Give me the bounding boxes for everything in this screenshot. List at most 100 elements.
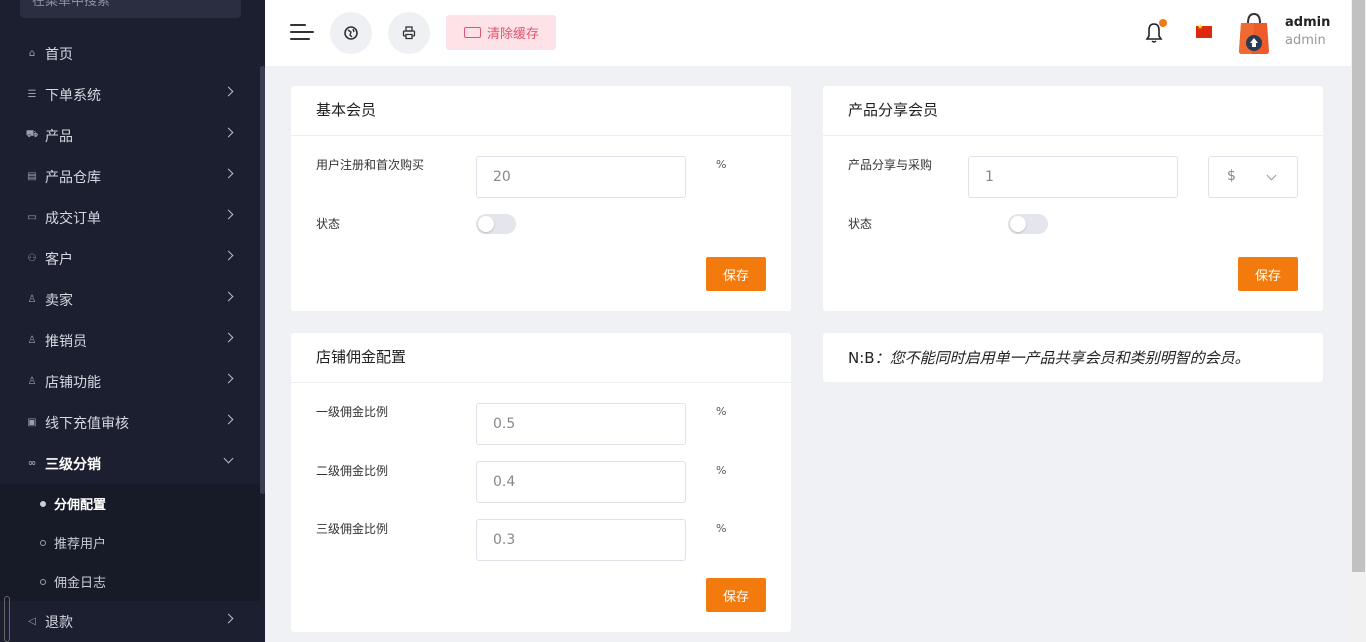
card-title: 店铺佣金配置 <box>291 333 791 383</box>
menu-toggle-icon[interactable] <box>290 22 314 42</box>
user-icon: ♙ <box>27 376 37 387</box>
sidebar-item-label: 下单系统 <box>45 87 101 104</box>
cart-icon: ⛟ <box>25 129 39 140</box>
sidebar-item-label: 成交订单 <box>45 210 101 227</box>
sidebar-item-label: 推销员 <box>45 333 87 350</box>
chevron-right-icon <box>223 414 234 425</box>
home-icon: ⌂ <box>28 48 36 59</box>
save-button[interactable]: 保存 <box>706 578 766 612</box>
status-label: 状态 <box>848 217 873 231</box>
sidebar-item-distribution[interactable]: ∞ 三级分销 <box>0 443 260 484</box>
level1-label: 一级佣金比例 <box>316 405 389 419</box>
page-scrollbar-thumb[interactable] <box>1352 0 1365 572</box>
sidebar-item-offline-recharge[interactable]: ▣ 线下充值审核 <box>0 402 260 443</box>
user-icon: ♙ <box>27 294 37 305</box>
sidebar-subitem-label: 推荐用户 <box>54 537 107 552</box>
printer-icon <box>402 26 416 40</box>
note-card: N:B：您不能同时启用单一产品共享会员和类别明智的会员。 <box>823 333 1323 382</box>
chevron-down-icon <box>1266 170 1277 181</box>
level3-commission-input[interactable]: 0.3 <box>476 519 686 561</box>
avatar[interactable] <box>1238 11 1270 55</box>
clear-cache-button[interactable]: 清除缓存 <box>446 15 556 50</box>
warehouse-icon: ▤ <box>27 171 37 182</box>
sidebar-item-salesman[interactable]: ♙ 推销员 <box>0 320 260 361</box>
sidebar-item-refund[interactable]: ◁ 退款 <box>0 601 260 642</box>
sidebar-item-label: 店铺功能 <box>45 374 101 391</box>
chevron-down-icon <box>223 453 234 464</box>
card-title: 产品分享会员 <box>823 86 1323 136</box>
list-icon: ☰ <box>27 89 37 100</box>
sidebar-item-store-functions[interactable]: ♙ 店铺功能 <box>0 361 260 402</box>
chevron-right-icon <box>223 613 234 624</box>
link-icon: ∞ <box>27 458 37 469</box>
sidebar-item-products[interactable]: ⛟ 产品 <box>0 115 260 156</box>
bullet-icon <box>40 539 46 546</box>
user-icon: ♙ <box>27 335 37 346</box>
sidebar-item-home[interactable]: ⌂ 首页 <box>0 33 260 74</box>
sidebar-item-label: 客户 <box>45 251 73 268</box>
users-icon: ⚇ <box>27 253 37 264</box>
status-toggle[interactable] <box>476 214 516 234</box>
level1-commission-input[interactable]: 0.5 <box>476 403 686 445</box>
sidebar-item-customers[interactable]: ⚇ 客户 <box>0 238 260 279</box>
status-label: 状态 <box>316 217 341 231</box>
sidebar-search-input[interactable]: 在菜单中搜索 <box>20 0 241 18</box>
status-toggle[interactable] <box>1008 214 1048 234</box>
sidebar: 在菜单中搜索 ⌂ 首页 ☰ 下单系统 ⛟ 产品 ▤ 产品仓库 ▭ 成交订单 ⚇ … <box>0 0 265 642</box>
sidebar-subitem-referred-users[interactable]: 推荐用户 <box>0 523 260 562</box>
sidebar-subitem-commission-log[interactable]: 佣金日志 <box>0 562 260 601</box>
china-flag-icon[interactable] <box>1196 23 1212 38</box>
product-share-input[interactable]: 1 <box>968 156 1178 198</box>
unit-label: % <box>716 522 727 535</box>
sidebar-item-label: 产品仓库 <box>45 169 101 186</box>
product-share-card: 产品分享会员 产品分享与采购 1 $ 状态 保存 <box>823 86 1323 311</box>
sidebar-scrollbar[interactable] <box>260 66 265 494</box>
distribution-submenu: 分佣配置 推荐用户 佣金日志 <box>0 484 260 601</box>
level2-label: 二级佣金比例 <box>316 464 389 478</box>
note-text: N:B：您不能同时启用单一产品共享会员和类别明智的会员。 <box>823 333 1323 382</box>
level2-commission-input[interactable]: 0.4 <box>476 461 686 503</box>
sidebar-item-label: 线下充值审核 <box>45 415 129 432</box>
chevron-right-icon <box>223 127 234 138</box>
chevron-right-icon <box>223 209 234 220</box>
print-button[interactable] <box>388 12 430 54</box>
sidebar-item-orders[interactable]: ▭ 成交订单 <box>0 197 260 238</box>
registration-purchase-input[interactable]: 20 <box>476 156 686 198</box>
currency-value: $ <box>1227 168 1236 184</box>
sidebar-item-label: 首页 <box>45 46 73 63</box>
sidebar-subitem-label: 分佣配置 <box>54 498 107 513</box>
sidebar-scroll-handle[interactable] <box>4 596 10 642</box>
bullet-icon <box>40 500 46 507</box>
note-prefix: N:B <box>848 349 875 367</box>
globe-button[interactable] <box>330 12 372 54</box>
save-button[interactable]: 保存 <box>706 257 766 291</box>
unit-label: % <box>716 158 727 171</box>
chevron-right-icon <box>223 332 234 343</box>
sidebar-item-warehouse[interactable]: ▤ 产品仓库 <box>0 156 260 197</box>
chevron-right-icon <box>223 168 234 179</box>
bullet-icon <box>40 578 46 585</box>
sidebar-item-label: 退款 <box>45 614 73 631</box>
sidebar-subitem-commission-config[interactable]: 分佣配置 <box>0 484 260 523</box>
refund-icon: ◁ <box>28 616 36 627</box>
chevron-right-icon <box>223 291 234 302</box>
field-label: 产品分享与采购 <box>848 158 933 172</box>
basic-member-card: 基本会员 用户注册和首次购买 20 % 状态 保存 <box>291 86 791 311</box>
sidebar-subitem-label: 佣金日志 <box>54 576 107 591</box>
save-button[interactable]: 保存 <box>1238 257 1298 291</box>
unit-label: % <box>716 405 727 418</box>
notification-dot <box>1159 19 1167 27</box>
user-name[interactable]: admin <box>1285 15 1330 30</box>
sidebar-item-sellers[interactable]: ♙ 卖家 <box>0 279 260 320</box>
tray-icon <box>464 27 481 38</box>
store-commission-card: 店铺佣金配置 一级佣金比例 0.5 % 二级佣金比例 0.4 % 三级佣金比例 … <box>291 333 791 632</box>
sidebar-item-label: 产品 <box>45 128 73 145</box>
sidebar-item-label: 卖家 <box>45 292 73 309</box>
chevron-right-icon <box>223 373 234 384</box>
user-role: admin <box>1285 33 1326 48</box>
currency-select[interactable]: $ <box>1208 156 1298 198</box>
sidebar-item-label: 三级分销 <box>45 456 101 473</box>
field-label: 用户注册和首次购买 <box>316 158 425 172</box>
globe-icon <box>344 26 358 40</box>
sidebar-item-order-system[interactable]: ☰ 下单系统 <box>0 74 260 115</box>
